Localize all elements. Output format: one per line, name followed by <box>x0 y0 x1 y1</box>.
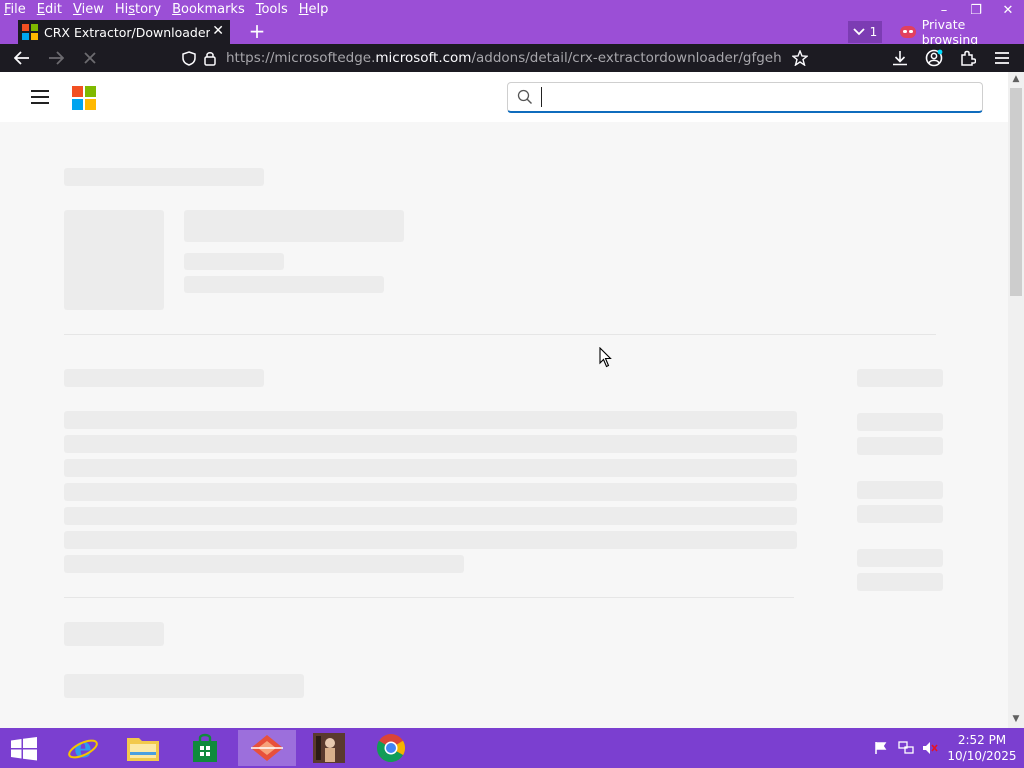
taskbar: e 2:52 PM 10/10/2025 <box>0 728 1024 768</box>
skeleton-side-line <box>857 437 943 455</box>
skeleton-text-line <box>64 555 464 573</box>
back-button[interactable] <box>12 48 32 68</box>
microsoft-logo-icon[interactable] <box>72 86 96 110</box>
url-text[interactable]: https://microsoftedge.microsoft.com/addo… <box>226 50 782 66</box>
menu-bookmarks[interactable]: Bookmarks <box>172 0 245 20</box>
svg-text:e: e <box>74 732 92 764</box>
menu-view[interactable]: View <box>73 0 104 20</box>
divider <box>64 334 936 335</box>
stop-loading-button[interactable] <box>80 48 100 68</box>
skeleton-extension-title <box>184 210 404 242</box>
speaker-muted-icon[interactable] <box>922 741 938 755</box>
divider <box>64 597 794 598</box>
internet-explorer-icon: e <box>68 732 98 764</box>
taskbar-store[interactable] <box>176 730 234 766</box>
skeleton-text-line <box>64 411 797 429</box>
taskbar-file-explorer[interactable] <box>114 730 172 766</box>
search-input[interactable] <box>541 87 961 107</box>
skeleton-side-line <box>857 413 943 431</box>
new-tab-button[interactable]: + <box>246 21 268 43</box>
firefox-app-icon <box>251 735 283 761</box>
site-header <box>0 72 1008 122</box>
private-mask-icon <box>900 26 916 38</box>
media-thumbnail-icon <box>313 733 345 763</box>
system-clock[interactable]: 2:52 PM 10/10/2025 <box>946 732 1018 764</box>
lock-icon[interactable] <box>204 51 216 66</box>
stop-x-icon <box>84 52 96 64</box>
scroll-up-arrow-icon[interactable]: ▲ <box>1011 74 1021 84</box>
page-scrollbar[interactable]: ▲ ▼ <box>1008 72 1024 728</box>
tab-crx-extractor[interactable]: CRX Extractor/Downloader - Mi ✕ <box>18 20 230 44</box>
windows-start-icon[interactable] <box>10 737 38 761</box>
scrollbar-thumb[interactable] <box>1010 88 1022 296</box>
skeleton-extension-icon <box>64 210 164 310</box>
download-icon <box>893 51 907 66</box>
menu-file[interactable]: File <box>4 0 26 20</box>
tab-bar: CRX Extractor/Downloader - Mi ✕ + 1 Priv… <box>0 17 1024 47</box>
private-browsing-indicator: Private browsing <box>900 17 1024 47</box>
skeleton-side-line <box>857 505 943 523</box>
tab-list-button[interactable]: 1 <box>848 21 882 43</box>
action-center-flag-icon[interactable] <box>874 741 888 755</box>
skeleton-text-line <box>64 483 797 501</box>
url-bar[interactable]: https://microsoftedge.microsoft.com/addo… <box>176 46 812 70</box>
tab-count: 1 <box>869 25 878 39</box>
puzzle-piece-icon <box>961 50 976 66</box>
hamburger-menu-icon <box>995 52 1009 64</box>
skeleton-section-heading <box>64 369 264 387</box>
chevron-down-icon <box>853 28 865 36</box>
shield-icon[interactable] <box>182 51 196 66</box>
taskbar-media-app[interactable] <box>300 730 358 766</box>
skeleton-text-line <box>64 459 797 477</box>
chrome-icon <box>376 734 405 763</box>
skeleton-side-heading <box>857 369 943 387</box>
account-button[interactable] <box>924 48 944 68</box>
skeleton-breadcrumb <box>64 168 264 186</box>
skeleton-text-line <box>64 531 797 549</box>
downloads-button[interactable] <box>890 48 910 68</box>
arrow-left-icon <box>14 51 29 65</box>
skeleton-text-line <box>64 507 797 525</box>
menu-help[interactable]: Help <box>299 0 329 20</box>
skeleton-text-line <box>64 674 304 698</box>
account-icon <box>925 49 943 67</box>
network-icon[interactable] <box>898 741 914 755</box>
forward-button[interactable] <box>46 48 66 68</box>
menu-tools[interactable]: Tools <box>256 0 288 20</box>
menu-edit[interactable]: Edit <box>37 0 62 20</box>
taskbar-firefox[interactable] <box>238 730 296 766</box>
skeleton-side-line <box>857 549 943 567</box>
scroll-down-arrow-icon[interactable]: ▼ <box>1011 714 1021 724</box>
app-menu-button[interactable] <box>992 48 1012 68</box>
folder-icon <box>127 738 159 761</box>
page-viewport <box>0 72 1008 728</box>
store-bag-icon <box>193 733 217 762</box>
menu-bar: File Edit View History Bookmarks Tools H… <box>0 0 1024 20</box>
search-icon <box>517 89 532 104</box>
skeleton-publisher <box>184 253 284 270</box>
star-icon <box>792 50 808 66</box>
skeleton-side-line <box>857 573 943 591</box>
arrow-right-icon <box>49 51 64 65</box>
menu-history[interactable]: History <box>115 0 161 20</box>
taskbar-chrome[interactable] <box>362 730 420 766</box>
site-menu-icon[interactable] <box>31 90 49 104</box>
skeleton-subheading <box>64 622 164 646</box>
extensions-button[interactable] <box>958 48 978 68</box>
tab-close-icon[interactable]: ✕ <box>212 23 224 39</box>
bookmark-star-button[interactable] <box>790 48 810 68</box>
mouse-cursor-icon <box>599 347 612 368</box>
skeleton-text-line <box>64 435 797 453</box>
taskbar-internet-explorer[interactable]: e <box>54 730 112 766</box>
skeleton-side-line <box>857 481 943 499</box>
clock-time: 2:52 PM <box>957 733 1007 747</box>
search-box[interactable] <box>507 82 983 113</box>
navigation-toolbar: https://microsoftedge.microsoft.com/addo… <box>0 44 1024 72</box>
tab-title: CRX Extractor/Downloader - Mi <box>44 24 210 40</box>
clock-date: 10/10/2025 <box>947 749 1017 763</box>
skeleton-rating <box>184 276 384 293</box>
microsoft-favicon-icon <box>22 24 38 40</box>
private-browsing-label: Private browsing <box>921 17 979 47</box>
